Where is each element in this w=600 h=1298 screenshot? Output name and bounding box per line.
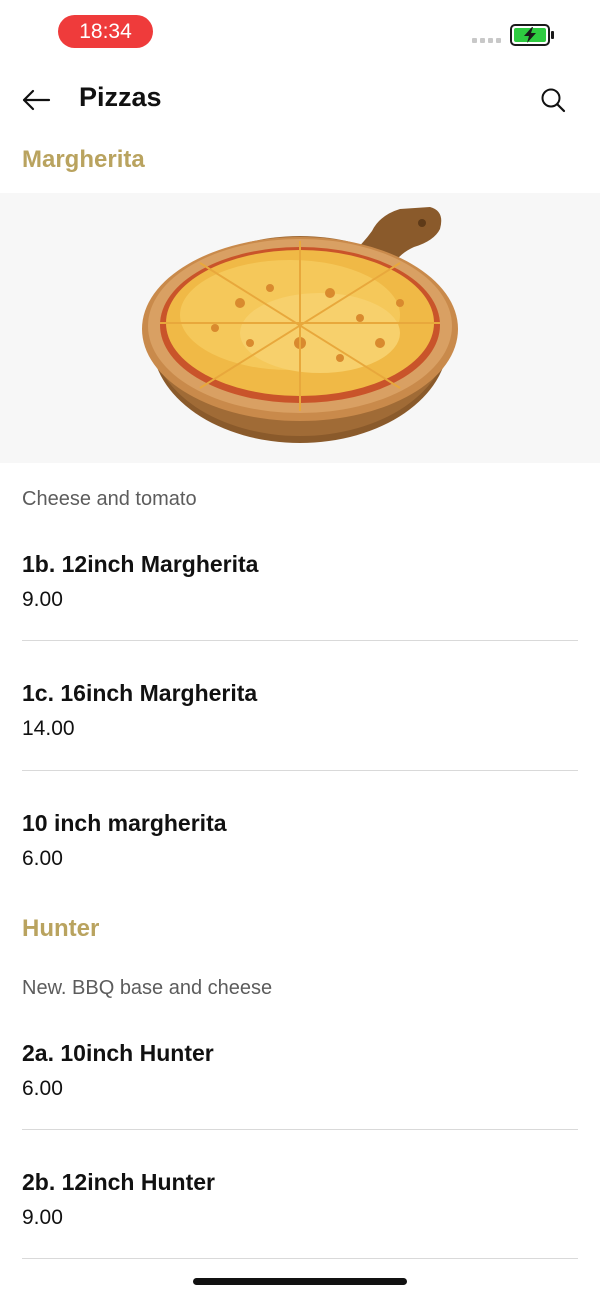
menu-item[interactable]: 10 inch margherita 6.00 [22, 809, 578, 871]
page-title: Pizzas [79, 82, 162, 112]
category-description-margherita: Cheese and tomato [22, 488, 197, 510]
item-price: 6.00 [22, 1077, 63, 1100]
item-name: 1b. 12inch Margherita [22, 551, 259, 577]
divider [22, 1129, 578, 1130]
status-time: 18:34 [58, 15, 153, 48]
status-bar: 18:34 [0, 0, 600, 64]
category-title-hunter: Hunter [22, 915, 100, 942]
menu-item[interactable]: 1c. 16inch Margherita 14.00 [22, 679, 578, 741]
item-name: 2b. 12inch Hunter [22, 1169, 215, 1195]
item-name: 10 inch margherita [22, 810, 227, 836]
item-price: 14.00 [22, 717, 75, 740]
item-name: 2a. 10inch Hunter [22, 1040, 214, 1066]
category-image-margherita [0, 193, 600, 463]
back-button[interactable] [16, 80, 56, 120]
menu-item[interactable]: 1b. 12inch Margherita 9.00 [22, 550, 578, 612]
item-price: 9.00 [22, 1206, 63, 1229]
category-title-margherita: Margherita [22, 146, 145, 173]
item-price: 6.00 [22, 847, 63, 870]
menu-item[interactable]: 2b. 12inch Hunter 9.00 [22, 1168, 578, 1230]
search-button[interactable] [533, 80, 573, 120]
divider [22, 640, 578, 641]
home-indicator[interactable] [193, 1278, 407, 1285]
signal-icon [472, 38, 501, 43]
divider [22, 1258, 578, 1259]
category-description-hunter: New. BBQ base and cheese [22, 977, 273, 999]
nav-bar: Pizzas [0, 64, 600, 134]
divider [22, 770, 578, 771]
item-price: 9.00 [22, 588, 63, 611]
item-name: 1c. 16inch Margherita [22, 680, 258, 706]
arrow-left-icon [22, 89, 51, 111]
menu-item[interactable]: 2a. 10inch Hunter 6.00 [22, 1039, 578, 1101]
battery-charging-icon [510, 24, 556, 51]
search-icon [541, 88, 566, 113]
